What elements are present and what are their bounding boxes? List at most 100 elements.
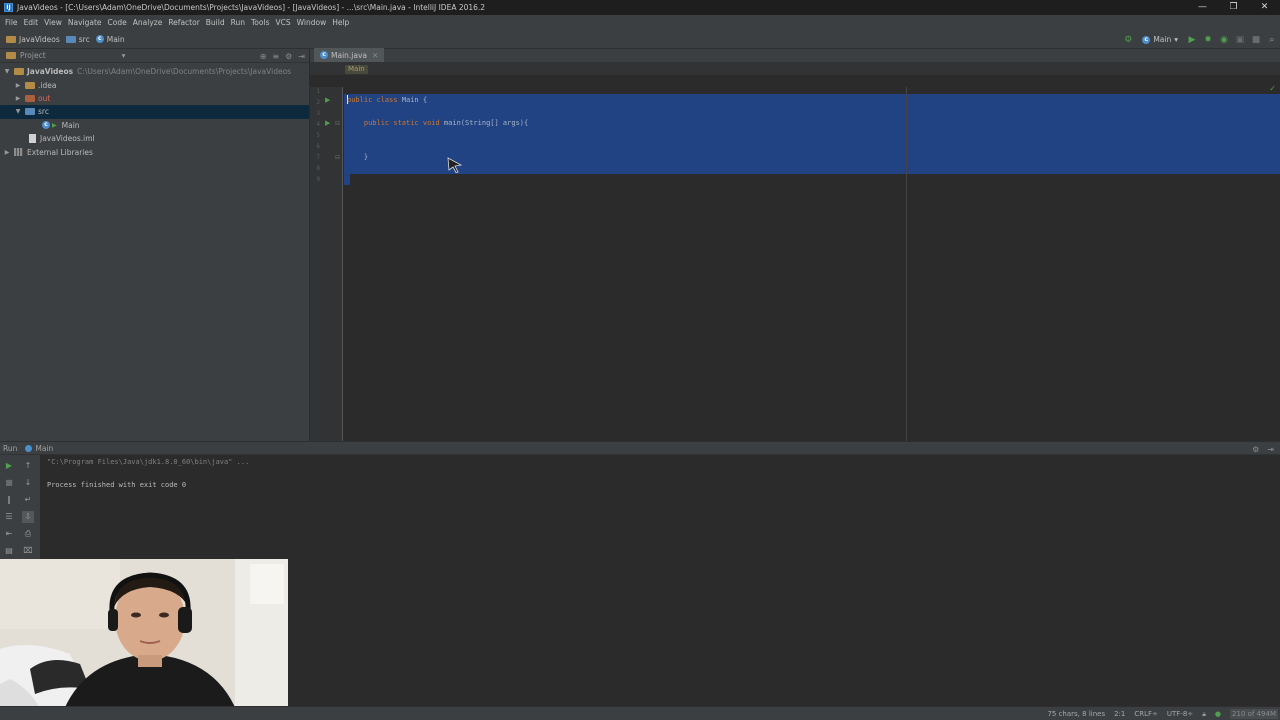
build-icon[interactable]: ⚙ bbox=[1120, 32, 1136, 48]
tree-item-javavideos[interactable]: ▼ JavaVideos C:\Users\Adam\OneDrive\Docu… bbox=[0, 65, 309, 78]
collapse-all-icon[interactable]: ≡ bbox=[272, 52, 279, 61]
console-output[interactable]: "C:\Program Files\Java\jdk1.8.0_60\bin\j… bbox=[40, 455, 1280, 559]
caret-position[interactable]: 2:1 bbox=[1114, 710, 1125, 718]
scroll-down-icon[interactable]: ↓ bbox=[22, 477, 34, 489]
restore-button[interactable]: ❐ bbox=[1218, 0, 1249, 15]
expanded-arrow-icon[interactable]: ▼ bbox=[3, 68, 11, 75]
collapsed-arrow-icon[interactable]: ▶ bbox=[14, 95, 22, 102]
layout-icon[interactable]: ▤ bbox=[3, 545, 15, 557]
close-icon[interactable]: ✕ bbox=[372, 51, 378, 60]
inspector-icon[interactable]: ● bbox=[1215, 710, 1221, 718]
run-icon[interactable]: ▶ bbox=[1184, 32, 1200, 48]
menu-window[interactable]: Window bbox=[294, 18, 330, 27]
line-separator-select[interactable]: CRLF÷ bbox=[1134, 710, 1158, 718]
run-config-select[interactable]: c Main ▾ bbox=[1142, 35, 1178, 44]
close-button[interactable]: ✕ bbox=[1249, 0, 1280, 15]
clear-all-icon[interactable]: ⌧ bbox=[22, 545, 34, 557]
class-icon bbox=[25, 444, 33, 452]
menu-run[interactable]: Run bbox=[228, 18, 248, 27]
tree-item-src[interactable]: ▼ src bbox=[0, 105, 309, 119]
run-toolbar: ⚙ c Main ▾ ▶ ✸ ◉ ▣ ■ ⌕ bbox=[1120, 30, 1280, 49]
profile-icon[interactable]: ▣ bbox=[1232, 32, 1248, 48]
menu-view[interactable]: View bbox=[41, 18, 65, 27]
tree-item-idea[interactable]: ▶ .idea bbox=[0, 78, 309, 91]
fold-icon[interactable]: ⊟ bbox=[335, 154, 340, 161]
menu-file[interactable]: File bbox=[2, 18, 21, 27]
fold-icon[interactable]: ⊟ bbox=[335, 120, 340, 127]
run-config-label: Main bbox=[1153, 35, 1172, 44]
title-bar: IJ JavaVideos - [C:\Users\Adam\OneDrive\… bbox=[0, 0, 1280, 15]
gear-icon[interactable]: ⚙ bbox=[285, 52, 292, 61]
print-icon[interactable]: ⎙ bbox=[22, 528, 34, 540]
menu-help[interactable]: Help bbox=[329, 18, 352, 27]
rerun-icon[interactable]: ▶ bbox=[3, 460, 15, 472]
run-panel-header: Run Main ⚙ ⇥ bbox=[0, 441, 1280, 455]
menu-code[interactable]: Code bbox=[105, 18, 130, 27]
run-method-icon[interactable]: ▶ bbox=[325, 119, 330, 127]
breadcrumb-main[interactable]: c Main bbox=[95, 35, 125, 44]
tab-main-java[interactable]: c Main.java ✕ bbox=[314, 48, 385, 62]
minimize-button[interactable]: — bbox=[1187, 0, 1218, 15]
project-view-select[interactable]: Project ▾ bbox=[6, 51, 125, 60]
soft-wrap-icon[interactable]: ↵ bbox=[22, 494, 34, 506]
class-icon: c bbox=[320, 51, 328, 59]
folder-icon bbox=[14, 68, 24, 76]
debug-icon[interactable]: ✸ bbox=[1200, 32, 1216, 48]
encoding-select[interactable]: UTF-8÷ bbox=[1167, 710, 1193, 718]
exit-icon[interactable]: ⇤ bbox=[3, 528, 15, 540]
folder-icon bbox=[65, 35, 76, 43]
tree-item-iml[interactable]: JavaVideos.iml bbox=[0, 132, 309, 145]
hide-panel-icon[interactable]: ⇥ bbox=[1267, 445, 1274, 454]
tree-item-external-libraries[interactable]: ▶ External Libraries bbox=[0, 145, 309, 158]
tree-item-label: .idea bbox=[38, 80, 57, 90]
memory-indicator[interactable]: 210 of 494M bbox=[1230, 709, 1278, 719]
pause-icon[interactable]: ‖ bbox=[3, 494, 15, 506]
editor-breadcrumb-chip[interactable]: Main bbox=[345, 65, 368, 74]
code-editor[interactable]: public class Main { public static void m… bbox=[344, 87, 1280, 441]
menu-tools[interactable]: Tools bbox=[248, 18, 272, 27]
run-class-icon[interactable]: ▶ bbox=[325, 96, 330, 104]
coverage-icon[interactable]: ◉ bbox=[1216, 32, 1232, 48]
menu-analyze[interactable]: Analyze bbox=[130, 18, 166, 27]
scroll-from-source-icon[interactable]: ⊕ bbox=[260, 52, 267, 61]
breadcrumb-src[interactable]: src bbox=[65, 35, 90, 44]
folder-icon bbox=[6, 52, 16, 59]
breadcrumb-project[interactable]: JavaVideos bbox=[6, 35, 60, 44]
library-icon bbox=[14, 148, 23, 157]
search-icon[interactable]: ⌕ bbox=[1264, 32, 1280, 48]
window-controls: — ❐ ✕ bbox=[1187, 0, 1280, 15]
run-tab-main[interactable]: Main bbox=[25, 444, 53, 453]
menu-refactor[interactable]: Refactor bbox=[165, 18, 202, 27]
tree-item-out[interactable]: ▶ out bbox=[0, 92, 309, 105]
tree-item-main[interactable]: c ▶ Main bbox=[0, 119, 309, 132]
text-selection bbox=[344, 94, 1280, 174]
tree-item-label: Main bbox=[61, 120, 80, 130]
expanded-arrow-icon[interactable]: ▼ bbox=[14, 108, 22, 115]
collapsed-arrow-icon[interactable]: ▶ bbox=[3, 149, 11, 156]
menu-build[interactable]: Build bbox=[203, 18, 228, 27]
scroll-to-end-icon[interactable]: ⇩ bbox=[22, 511, 34, 523]
lock-icon[interactable]: 🔒︎ bbox=[1202, 710, 1206, 719]
editor-tabs: c Main.java ✕ bbox=[310, 48, 1280, 63]
collapsed-arrow-icon[interactable]: ▶ bbox=[14, 82, 22, 89]
line-number: 1 bbox=[316, 88, 320, 95]
stop-icon[interactable]: ■ bbox=[3, 477, 15, 489]
menu-edit[interactable]: Edit bbox=[21, 18, 42, 27]
scroll-up-icon[interactable]: ↑ bbox=[22, 460, 34, 472]
editor-area: c Main.java ✕ Main ✓ 1 2 3 4 5 6 7 8 9 ▶… bbox=[310, 48, 1280, 441]
folder-icon bbox=[25, 94, 35, 102]
dump-threads-icon[interactable]: ☰ bbox=[3, 511, 15, 523]
code-line-2: public class Main { bbox=[347, 96, 428, 104]
gear-icon[interactable]: ⚙ bbox=[1252, 445, 1259, 454]
menu-navigate[interactable]: Navigate bbox=[65, 18, 105, 27]
run-panel-tools: ⚙ ⇥ bbox=[1252, 442, 1274, 456]
stop-icon[interactable]: ■ bbox=[1248, 32, 1264, 48]
menu-vcs[interactable]: VCS bbox=[272, 18, 293, 27]
run-tab-label: Main bbox=[35, 443, 54, 453]
folder-icon bbox=[6, 35, 16, 43]
webcam-overlay bbox=[0, 559, 288, 720]
folder-icon bbox=[25, 81, 35, 89]
window-title: JavaVideos - [C:\Users\Adam\OneDrive\Doc… bbox=[17, 3, 486, 12]
line-number: 4 bbox=[316, 121, 320, 128]
hide-panel-icon[interactable]: ⇥ bbox=[298, 52, 305, 61]
